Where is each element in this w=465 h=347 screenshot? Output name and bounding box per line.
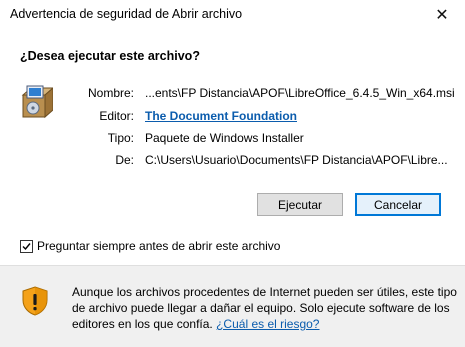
field-label-de: De: bbox=[115, 153, 134, 167]
always-ask-label: Preguntar siempre antes de abrir este ar… bbox=[37, 239, 281, 253]
dialog-question: ¿Desea ejecutar este archivo? bbox=[20, 49, 200, 63]
title-bar: Advertencia de seguridad de Abrir archiv… bbox=[0, 0, 465, 30]
file-type-value: Paquete de Windows Installer bbox=[145, 131, 304, 145]
file-name-value: ...ents\FP Distancia\APOF\LibreOffice_6.… bbox=[145, 86, 455, 100]
warning-message: Aunque los archivos procedentes de Inter… bbox=[72, 284, 457, 332]
security-shield-warning-icon bbox=[22, 286, 48, 316]
cancel-button[interactable]: Cancelar bbox=[355, 193, 441, 216]
always-ask-checkbox[interactable] bbox=[20, 239, 33, 253]
source-path-value: C:\Users\Usuario\Documents\FP Distancia\… bbox=[145, 153, 448, 167]
close-icon: ✕ bbox=[435, 7, 449, 24]
field-label-nombre: Nombre: bbox=[87, 86, 134, 100]
always-ask-checkbox-row[interactable]: Preguntar siempre antes de abrir este ar… bbox=[20, 239, 280, 253]
field-label-editor: Editor: bbox=[99, 109, 134, 123]
run-button[interactable]: Ejecutar bbox=[257, 193, 343, 216]
field-label-tipo: Tipo: bbox=[107, 131, 134, 145]
warning-footer: Aunque los archivos procedentes de Inter… bbox=[0, 265, 465, 347]
publisher-link[interactable]: The Document Foundation bbox=[145, 109, 297, 123]
checkmark-icon bbox=[22, 242, 31, 250]
close-button[interactable]: ✕ bbox=[419, 0, 465, 30]
installer-package-icon bbox=[21, 85, 53, 119]
window-title: Advertencia de seguridad de Abrir archiv… bbox=[10, 7, 243, 21]
risk-link[interactable]: ¿Cuál es el riesgo? bbox=[216, 317, 319, 331]
